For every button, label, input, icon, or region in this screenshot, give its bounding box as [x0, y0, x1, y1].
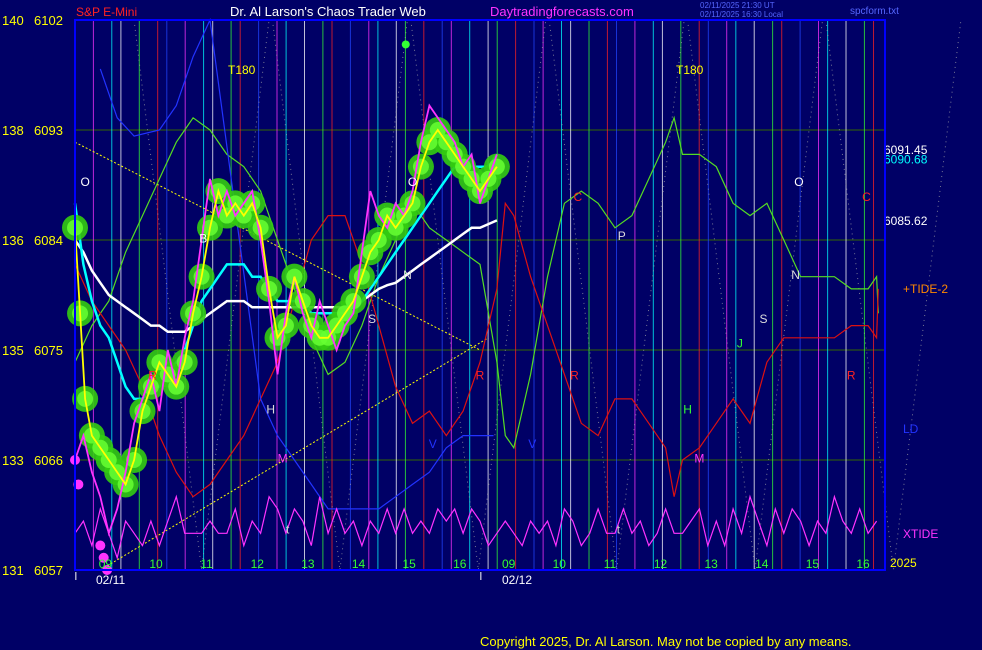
- x-tick-13: 14: [755, 557, 769, 571]
- year-label: 2025: [890, 556, 917, 570]
- cycle-letter-6: N: [403, 268, 412, 282]
- cycle-letter-1: R: [148, 368, 157, 382]
- tide-label: +TIDE-2: [903, 282, 948, 296]
- x-tick-9: 10: [553, 557, 567, 571]
- cycle-letter-3: M: [278, 451, 288, 465]
- x-tick-7: 16: [453, 557, 467, 571]
- x-tick-10: 11: [604, 557, 617, 571]
- t180-label-1: T180: [676, 63, 704, 77]
- y-tick-left-4: 133: [2, 453, 24, 468]
- y-tick-left-2: 136: [2, 233, 24, 248]
- cycle-letter-18: N: [791, 268, 800, 282]
- y-tick-right-5: 6057: [34, 563, 63, 578]
- cycle-letter-16: J: [737, 337, 743, 351]
- x-tick-15: 16: [856, 557, 870, 571]
- timestamp-local: 02/11/2025 16:30 Local: [700, 10, 783, 19]
- date-label-0: 02/11: [96, 573, 125, 587]
- cycle-letter-12: R: [570, 368, 579, 382]
- site-url[interactable]: Daytradingforecasts.com: [490, 4, 634, 19]
- date-label-1: 02/12: [502, 573, 532, 587]
- timestamp-ut: 02/11/2025 21:30 UT: [700, 1, 775, 10]
- y-tick-right-1: 6093: [34, 123, 63, 138]
- copyright-notice: Copyright 2025, Dr. Al Larson. May not b…: [480, 634, 852, 649]
- cycle-letter-8: V: [429, 437, 437, 451]
- x-tick-14: 15: [806, 557, 820, 571]
- x-tick-0: 09: [99, 557, 113, 571]
- y-tick-right-2: 6084: [34, 233, 63, 248]
- x-tick-11: 12: [654, 557, 668, 571]
- y-tick-right-3: 6075: [34, 343, 63, 358]
- x-tick-5: 14: [352, 557, 366, 571]
- y-tick-left-3: 135: [2, 343, 24, 358]
- x-tick-4: 13: [301, 557, 315, 571]
- t180-label-0: T180: [228, 63, 256, 77]
- cycle-letter-11: C: [574, 190, 583, 204]
- pivot-marker-2: [95, 540, 106, 551]
- y-tick-left-1: 138: [2, 123, 24, 138]
- cycle-letter-2: B: [199, 231, 207, 245]
- cycle-letter-4: H: [266, 403, 275, 417]
- x-tick-2: 11: [200, 557, 213, 571]
- cycle-letter-19: O: [794, 175, 803, 189]
- y-tick-right-4: 6066: [34, 453, 63, 468]
- x-tick-8: 09: [502, 557, 516, 571]
- site-title: Dr. Al Larson's Chaos Trader Web: [230, 4, 426, 19]
- cycle-letter-14: H: [683, 403, 692, 417]
- chaos-chart: 140 6102138 6093136 6084135 6075133 6066131 60…: [0, 0, 982, 650]
- cycle-letter-5: S: [368, 312, 376, 326]
- price-label-2: 6085.62: [884, 214, 928, 228]
- cycle-letter-9: R: [476, 368, 485, 382]
- y-tick-right-0: 6102: [34, 13, 63, 28]
- x-tick-3: 12: [251, 557, 265, 571]
- form-file: spcform.txt: [850, 6, 899, 17]
- y-tick-left-0: 140: [2, 13, 24, 28]
- instrument-title: S&P E-Mini: [76, 5, 137, 19]
- pivot-marker-top: [401, 40, 410, 49]
- cycle-letter-7: O: [408, 175, 417, 189]
- cycle-letter-13: P: [618, 229, 626, 243]
- cycle-letter-21: R: [847, 368, 856, 382]
- x-tick-12: 13: [705, 557, 719, 571]
- y-tick-left-5: 131: [2, 563, 24, 578]
- xtide-label: XTIDE: [903, 527, 938, 541]
- x-tick-1: 10: [149, 557, 163, 571]
- cycle-letter-0: O: [80, 175, 89, 189]
- cycle-letter-17: S: [759, 312, 767, 326]
- cycle-letter-20: C: [862, 190, 871, 204]
- x-tick-6: 15: [402, 557, 416, 571]
- cycle-letter-10: V: [528, 437, 536, 451]
- price-label-1: 6090.68: [884, 152, 928, 166]
- ld-label: LD: [903, 422, 919, 436]
- cycle-letter-15: M: [694, 451, 704, 465]
